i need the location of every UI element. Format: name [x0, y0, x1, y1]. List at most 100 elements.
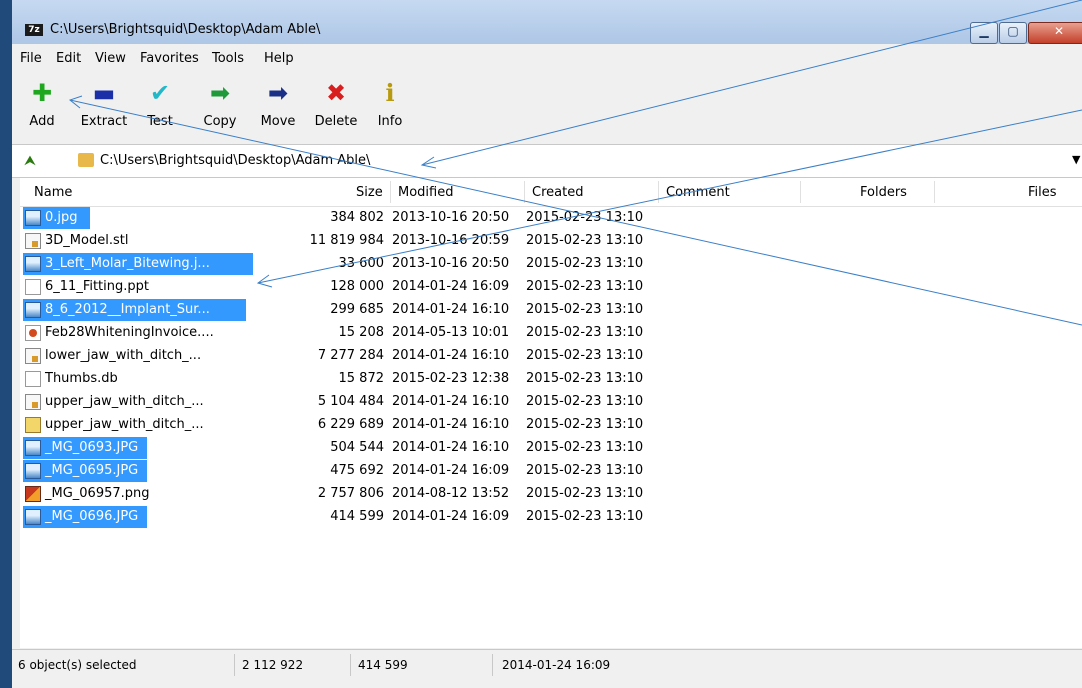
- file-name-cell[interactable]: upper_jaw_with_ditch_...: [23, 414, 246, 436]
- file-size: 7 277 284: [317, 348, 384, 363]
- file-name-cell[interactable]: 0.jpg: [23, 207, 90, 229]
- file-modified: 2013-10-16 20:50: [392, 210, 510, 225]
- table-row[interactable]: 0.jpg 384 802 2013-10-16 20:50 2015-02-23 1…: [20, 207, 1082, 229]
- toolbar: ✚ Add ▬ Extract ✔ Test ➡ Copy ➡ Move ✖ D…: [12, 72, 1082, 142]
- window-frame: [0, 0, 12, 688]
- column-size[interactable]: Size: [356, 185, 383, 200]
- check-icon: ✔: [149, 79, 171, 107]
- column-files[interactable]: Files: [1028, 185, 1057, 200]
- copy-arrow-icon: ➡: [209, 79, 231, 107]
- file-modified: 2014-01-24 16:09: [392, 279, 510, 294]
- file-name: Feb28WhiteningInvoice....: [45, 325, 214, 340]
- file-size: 475 692: [330, 463, 384, 478]
- move-button[interactable]: ➡ Move: [254, 78, 302, 129]
- menu-favorites[interactable]: Favorites: [140, 51, 199, 66]
- column-divider[interactable]: [658, 181, 659, 203]
- file-created: 2015-02-23 13:10: [526, 486, 644, 501]
- menu-view[interactable]: View: [95, 51, 126, 66]
- app-window: 7z C:\Users\Brightsquid\Desktop\Adam Abl…: [0, 0, 1082, 688]
- table-row[interactable]: Thumbs.db 15 872 2015-02-23 12:38 2015-02-2…: [20, 368, 1082, 390]
- file-name-cell[interactable]: Feb28WhiteningInvoice....: [23, 322, 253, 344]
- status-selected-count: 6 object(s) selected: [18, 658, 137, 672]
- column-divider[interactable]: [934, 181, 935, 203]
- file-name-cell[interactable]: Thumbs.db: [23, 368, 123, 390]
- file-created: 2015-02-23 13:10: [526, 371, 644, 386]
- info-label: Info: [377, 114, 403, 129]
- title-bar[interactable]: 7z C:\Users\Brightsquid\Desktop\Adam Abl…: [12, 0, 1082, 44]
- column-modified[interactable]: Modified: [398, 185, 453, 200]
- file-name: _MG_0695.JPG: [45, 463, 139, 478]
- file-name-cell[interactable]: _MG_0696.JPG: [23, 506, 148, 528]
- column-divider[interactable]: [390, 181, 391, 203]
- column-comment[interactable]: Comment: [666, 185, 730, 200]
- file-name-cell[interactable]: 3_Left_Molar_Bitewing.j...: [23, 253, 253, 275]
- jpg-file-icon: [25, 302, 41, 318]
- menu-edit[interactable]: Edit: [56, 51, 81, 66]
- table-row[interactable]: _MG_0695.JPG 475 692 2014-01-24 16:09 2015-…: [20, 460, 1082, 482]
- move-arrow-icon: ➡: [267, 79, 289, 107]
- file-name-cell[interactable]: _MG_0695.JPG: [23, 460, 148, 482]
- dropdown-arrow-icon[interactable]: ▼: [1072, 153, 1080, 166]
- file-size: 504 544: [330, 440, 384, 455]
- maximize-button[interactable]: ▢: [999, 22, 1027, 44]
- file-name: lower_jaw_with_ditch_...: [45, 348, 202, 363]
- table-row[interactable]: lower_jaw_with_ditch_... 7 277 284 2014-01…: [20, 345, 1082, 367]
- info-button[interactable]: ℹ Info: [372, 78, 408, 129]
- table-row[interactable]: _MG_06957.png 2 757 806 2014-08-12 13:52 20…: [20, 483, 1082, 505]
- file-name: _MG_06957.png: [45, 486, 150, 501]
- file-name-cell[interactable]: 8_6_2012__Implant_Sur...: [23, 299, 246, 321]
- delete-button[interactable]: ✖ Delete: [310, 78, 362, 129]
- file-name: _MG_0696.JPG: [45, 509, 139, 524]
- table-row[interactable]: 3D_Model.stl 11 819 984 2013-10-16 20:59 20…: [20, 230, 1082, 252]
- file-name-cell[interactable]: 3D_Model.stl: [23, 230, 147, 252]
- file-created: 2015-02-23 13:10: [526, 233, 644, 248]
- extract-button[interactable]: ▬ Extract: [76, 78, 132, 129]
- file-size: 15 872: [338, 371, 385, 386]
- file-created: 2015-02-23 13:10: [526, 325, 644, 340]
- column-created[interactable]: Created: [532, 185, 583, 200]
- file-modified: 2014-01-24 16:10: [392, 417, 510, 432]
- menu-file[interactable]: File: [20, 51, 42, 66]
- file-size: 5 104 484: [317, 394, 384, 409]
- table-row[interactable]: upper_jaw_with_ditch_... 6 229 689 2014-01…: [20, 414, 1082, 436]
- file-created: 2015-02-23 13:10: [526, 348, 644, 363]
- file-size: 2 757 806: [317, 486, 384, 501]
- copy-button[interactable]: ➡ Copy: [198, 78, 242, 129]
- column-divider[interactable]: [524, 181, 525, 203]
- file-name: 6_11_Fitting.ppt: [45, 279, 149, 294]
- add-button[interactable]: ✚ Add: [24, 78, 60, 129]
- menu-help[interactable]: Help: [264, 51, 294, 66]
- file-name-cell[interactable]: _MG_06957.png: [23, 483, 156, 505]
- file-name-cell[interactable]: upper_jaw_with_ditch_...: [23, 391, 246, 413]
- minus-icon: ▬: [92, 79, 116, 107]
- column-folders[interactable]: Folders: [860, 185, 907, 200]
- table-row[interactable]: 6_11_Fitting.ppt 128 000 2014-01-24 16:09 2…: [20, 276, 1082, 298]
- zip-file-icon: [25, 417, 41, 433]
- menu-tools[interactable]: Tools: [212, 51, 244, 66]
- table-row[interactable]: Feb28WhiteningInvoice.... 15 208 2014-05-1…: [20, 322, 1082, 344]
- file-name-cell[interactable]: _MG_0693.JPG: [23, 437, 148, 459]
- up-folder-icon[interactable]: ⮝: [24, 153, 40, 169]
- address-bar[interactable]: ⮝ C:\Users\Brightsquid\Desktop\Adam Able…: [12, 144, 1082, 178]
- test-button[interactable]: ✔ Test: [140, 78, 180, 129]
- column-divider[interactable]: [800, 181, 801, 203]
- column-name[interactable]: Name: [34, 185, 72, 200]
- pdf-file-icon: [25, 325, 41, 341]
- file-modified: 2014-01-24 16:10: [392, 348, 510, 363]
- close-button[interactable]: ✕: [1028, 22, 1082, 44]
- file-size: 11 819 984: [309, 233, 384, 248]
- minimize-button[interactable]: ▁: [970, 22, 998, 44]
- file-name-cell[interactable]: lower_jaw_with_ditch_...: [23, 345, 246, 367]
- file-name-cell[interactable]: 6_11_Fitting.ppt: [23, 276, 180, 298]
- table-row[interactable]: 3_Left_Molar_Bitewing.j... 33 600 2013-10-…: [20, 253, 1082, 275]
- file-name: 3_Left_Molar_Bitewing.j...: [45, 256, 210, 271]
- table-row[interactable]: _MG_0693.JPG 504 544 2014-01-24 16:10 2015-…: [20, 437, 1082, 459]
- table-row[interactable]: 8_6_2012__Implant_Sur... 299 685 2014-01-2…: [20, 299, 1082, 321]
- maximize-icon: ▢: [1007, 24, 1019, 38]
- table-row[interactable]: upper_jaw_with_ditch_... 5 104 484 2014-01…: [20, 391, 1082, 413]
- file-modified: 2014-05-13 10:01: [392, 325, 510, 340]
- address-path[interactable]: C:\Users\Brightsquid\Desktop\Adam Able\: [100, 153, 370, 168]
- table-row[interactable]: _MG_0696.JPG 414 599 2014-01-24 16:09 2015-…: [20, 506, 1082, 528]
- file-created: 2015-02-23 13:10: [526, 210, 644, 225]
- file-list[interactable]: Name Size Modified Created Comment Folde…: [20, 177, 1082, 648]
